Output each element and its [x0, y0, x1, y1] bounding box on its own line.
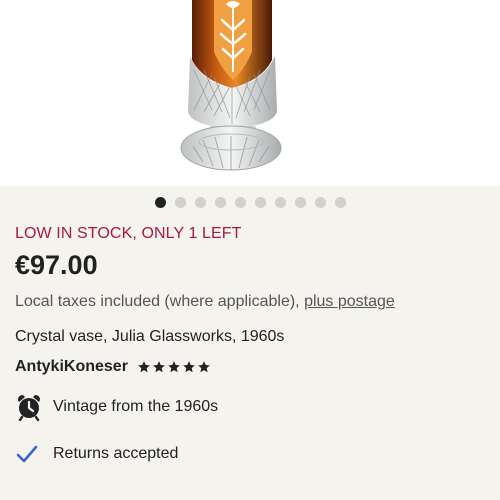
tax-info: Local taxes included (where applicable),… — [15, 293, 395, 311]
carousel-dot[interactable] — [194, 197, 206, 208]
carousel-dot[interactable] — [274, 197, 286, 208]
carousel-dot[interactable] — [214, 197, 226, 208]
checkmark-icon — [15, 440, 47, 468]
carousel-dot[interactable] — [154, 197, 166, 208]
alarm-clock-icon — [15, 393, 47, 421]
product-image[interactable] — [0, 0, 500, 186]
seller-row[interactable]: AntykiKoneser — [15, 358, 211, 376]
seller-name[interactable]: AntykiKoneser — [15, 358, 128, 376]
crystal-vase-image — [180, 0, 282, 171]
image-carousel-indicator[interactable] — [0, 197, 500, 208]
postage-link[interactable]: plus postage — [304, 293, 395, 310]
tax-text: Local taxes included (where applicable), — [15, 293, 305, 310]
seller-rating — [137, 360, 211, 374]
star-icon — [152, 360, 166, 374]
stock-notice: LOW IN STOCK, ONLY 1 LEFT — [15, 225, 242, 242]
star-icon — [167, 360, 181, 374]
returns-label: Returns accepted — [53, 445, 179, 462]
vintage-feature: Vintage from the 1960s — [15, 393, 218, 421]
star-icon — [197, 360, 211, 374]
price: €97.00 — [15, 250, 98, 280]
returns-feature: Returns accepted — [15, 440, 178, 468]
carousel-dot[interactable] — [314, 197, 326, 208]
carousel-dot[interactable] — [334, 197, 346, 208]
vintage-label: Vintage from the 1960s — [53, 398, 219, 415]
carousel-dot[interactable] — [294, 197, 306, 208]
carousel-dot[interactable] — [174, 197, 186, 208]
star-icon — [182, 360, 196, 374]
carousel-dot[interactable] — [254, 197, 266, 208]
star-icon — [137, 360, 151, 374]
listing-title: Crystal vase, Julia Glassworks, 1960s — [15, 328, 285, 345]
carousel-dot[interactable] — [234, 197, 246, 208]
